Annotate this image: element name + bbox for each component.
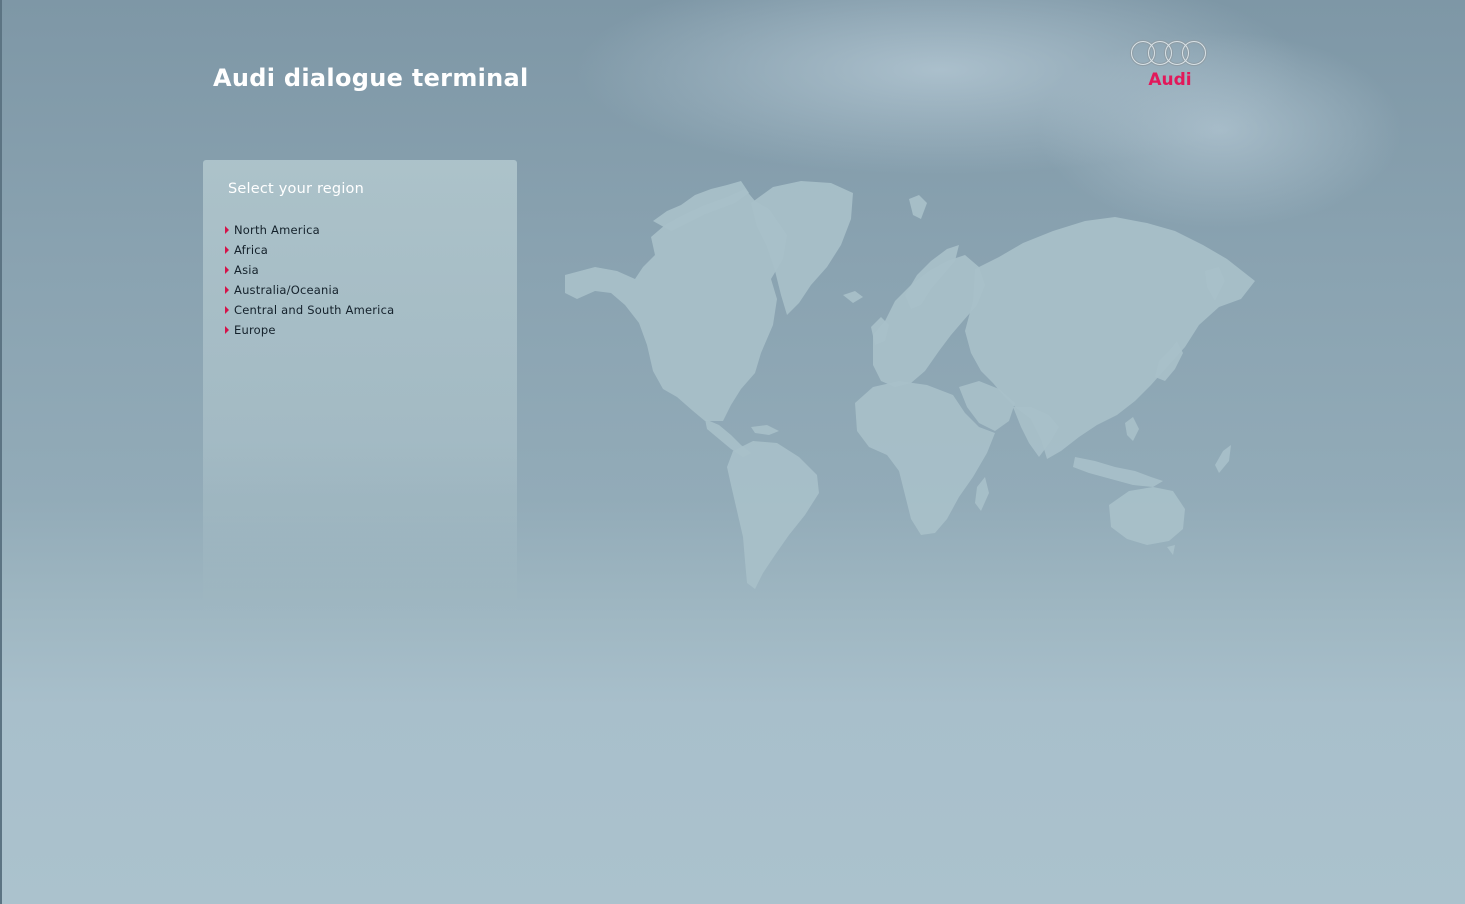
arrow-right-icon <box>225 285 229 294</box>
iceland-shape <box>843 291 863 303</box>
page-title: Audi dialogue terminal <box>213 64 529 92</box>
region-link-asia[interactable]: Asia <box>225 260 394 280</box>
arrow-right-icon <box>225 265 229 274</box>
region-link-africa[interactable]: Africa <box>225 240 394 260</box>
region-panel: Select your region North America Africa … <box>203 160 517 630</box>
asia-shape <box>965 217 1255 459</box>
world-map <box>555 175 1265 595</box>
region-label: Africa <box>234 243 268 257</box>
caribbean-shape <box>751 425 779 435</box>
madagascar-shape <box>975 477 989 511</box>
philippines-shape <box>1125 417 1139 441</box>
audi-wordmark: Audi <box>1148 70 1192 90</box>
panel-heading: Select your region <box>228 181 365 197</box>
arrow-right-icon <box>225 305 229 314</box>
tasmania-shape <box>1167 545 1175 555</box>
south-america-shape <box>727 441 819 589</box>
region-label: Europe <box>234 323 276 337</box>
arrow-right-icon <box>225 225 229 234</box>
arrow-right-icon <box>225 325 229 334</box>
region-link-central-south-america[interactable]: Central and South America <box>225 300 394 320</box>
region-label: North America <box>234 223 320 237</box>
region-label: Asia <box>234 263 259 277</box>
audi-rings-icon <box>1129 39 1208 67</box>
region-list: North America Africa Asia Australia/Ocea… <box>225 220 394 340</box>
window-left-edge <box>0 0 2 904</box>
arrow-right-icon <box>225 245 229 254</box>
region-label: Australia/Oceania <box>234 283 340 297</box>
region-link-australia-oceania[interactable]: Australia/Oceania <box>225 280 394 300</box>
svalbard-shape <box>909 195 927 219</box>
australia-shape <box>1109 487 1185 545</box>
audi-logo: Audi <box>1128 38 1212 92</box>
region-label: Central and South America <box>234 303 395 317</box>
indonesia-shape <box>1073 457 1163 487</box>
world-map-icon <box>565 181 1255 589</box>
region-link-north-america[interactable]: North America <box>225 220 394 240</box>
region-link-europe[interactable]: Europe <box>225 320 394 340</box>
new-zealand-shape <box>1215 445 1231 473</box>
